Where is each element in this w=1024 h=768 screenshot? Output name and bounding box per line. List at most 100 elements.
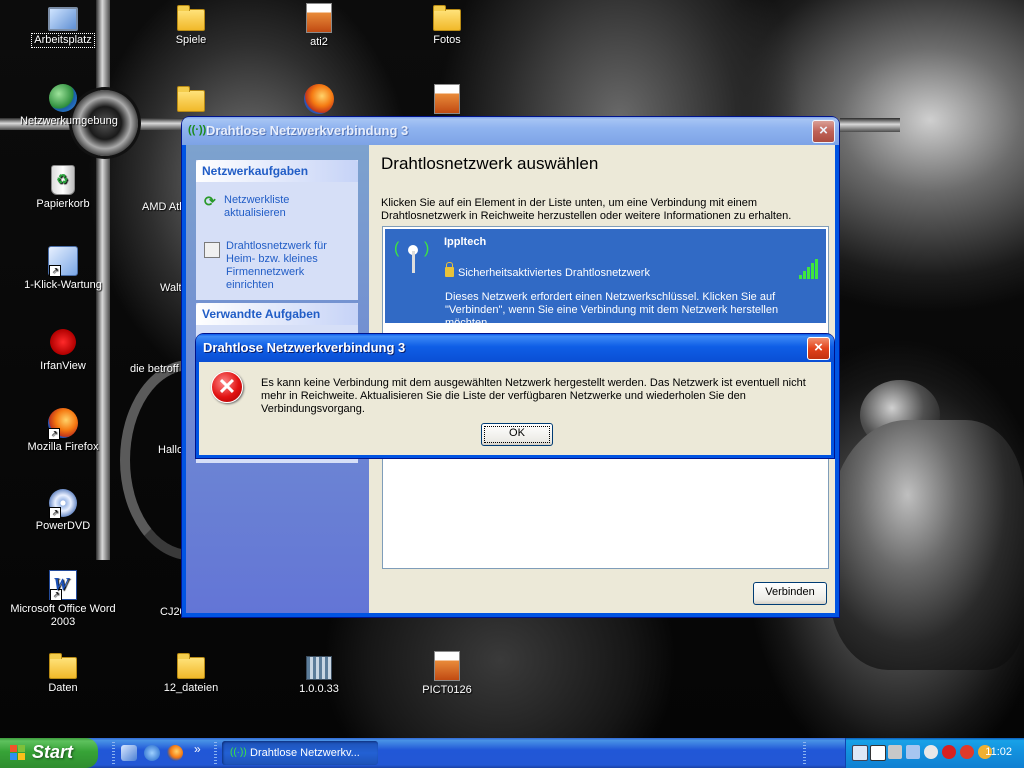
desktop-icon-12-dateien[interactable]: 12_dateien [146,651,236,695]
close-button[interactable]: × [812,120,835,143]
dialog-body: ✕ Es kann keine Verbindung mit dem ausge… [199,362,831,455]
desktop-icon-powerdvd[interactable]: ↗ PowerDVD [18,489,108,533]
desktop-icon-1-klick-wartung[interactable]: ↗ 1-Klick-Wartung [18,246,108,292]
network-ssid: Ippltech [444,236,487,248]
desktop-icon-label: 12_dateien [163,682,219,694]
setup-wireless-network-link[interactable]: Drahtlosnetzwerk für Heim- bzw. kleines … [196,240,358,292]
taskbar-grip[interactable] [803,742,806,764]
network-icon[interactable] [852,745,868,761]
desktop-icon-walt[interactable]: Walt [160,282,182,294]
desktop-icon-image[interactable] [402,84,492,114]
desktop-icon-label: Microsoft Office Word 2003 [10,603,116,628]
image-file-icon [434,84,460,114]
desktop-icon-firefox-2[interactable] [274,84,364,114]
desktop-icon-label: IrfanView [40,360,86,372]
desktop-icon-amd[interactable]: AMD Ath [142,201,185,213]
desktop-icon-label: Papierkorb [36,198,90,210]
ok-button[interactable]: OK [481,423,553,446]
wireless-icon: ((·)) [188,124,207,136]
folder-icon [177,5,205,31]
refresh-icon: ⟳ [204,193,216,209]
desktop-icon-daten[interactable]: Daten [18,651,108,695]
desktop-icon-irfanview[interactable]: IrfanView [18,327,108,373]
windows-logo-icon [10,745,26,761]
desktop-icon-hallo[interactable]: Hallo [158,444,183,456]
network-setup-icon [204,242,220,258]
desktop-icon-label: PowerDVD [35,520,91,532]
network-description: Dieses Netzwerk erfordert einen Netzwerk… [445,291,779,329]
recycle-bin-icon [51,165,75,195]
network-places-icon [49,84,77,112]
desktop-icon-label: Walt [160,282,182,294]
show-desktop-icon[interactable] [121,745,137,761]
antivirus-icon[interactable] [942,745,956,759]
update-icon[interactable] [960,745,974,759]
start-button[interactable]: Start [0,738,98,768]
wallpaper-pole [840,118,900,132]
image-file-icon [434,651,460,681]
desktop-icon-pict0126[interactable]: PICT0126 [402,651,492,697]
taskbar: Start » ((·)) Drahtlose Netzwerkv... 11:… [0,738,1024,768]
lock-icon [445,262,454,277]
desktop-icon-label: Fotos [433,34,461,46]
close-icon: × [814,339,823,356]
error-icon: ✕ [211,371,243,403]
internet-explorer-icon[interactable] [144,745,160,761]
window-title: Drahtlose Netzwerkverbindung 3 [206,123,409,138]
desktop-icon-netzwerkumgebung[interactable]: Netzwerkumgebung [18,84,118,128]
desktop-icon-word[interactable]: ↗ Microsoft Office Word 2003 [8,570,118,629]
word-icon: ↗ [49,570,77,601]
page-title: Drahtlosnetzwerk auswählen [381,154,599,173]
desktop-icon-papierkorb[interactable]: Papierkorb [18,165,108,211]
desktop-icon-mozilla-firefox[interactable]: ↗ Mozilla Firefox [18,408,108,454]
related-tasks-header[interactable]: Verwandte Aufgaben [196,303,358,325]
taskbar-button-wireless[interactable]: ((·)) Drahtlose Netzwerkv... [222,741,378,765]
taskbar-grip[interactable] [112,742,115,764]
signal-bar [807,267,810,279]
network-tasks-panel: Netzwerkaufgaben ⟳ Netzwerkliste aktuali… [196,160,358,300]
desktop-icon-1-0-0-33[interactable]: 1.0.0.33 [274,651,364,696]
folder-icon [177,653,205,679]
desktop-icon-spiele[interactable]: Spiele [146,3,236,47]
desktop-icon-label: Netzwerkumgebung [20,115,118,127]
dialog-titlebar[interactable]: Drahtlose Netzwerkverbindung 3 × [196,334,834,362]
quick-launch-overflow[interactable]: » [194,742,201,756]
signal-bar [815,259,818,279]
close-icon: × [819,122,828,139]
desktop-icon-label: Spiele [175,34,207,46]
desktop-icon-folder[interactable] [146,84,236,114]
executable-icon [306,656,332,680]
dialog-title: Drahtlose Netzwerkverbindung 3 [203,340,406,355]
network-tasks-header[interactable]: Netzwerkaufgaben [196,160,358,182]
network-list-item[interactable]: () Ippltech Sicherheitsaktiviertes Draht… [385,229,826,329]
folder-icon [177,86,205,112]
firefox-icon: ↗ [48,408,78,440]
connect-button[interactable]: Verbinden [753,582,827,605]
desktop-icon-label: PICT0126 [422,684,472,696]
folder-icon [433,5,461,31]
taskbar-grip[interactable] [214,742,217,764]
desktop-icon-ati2[interactable]: ati2 [274,3,364,49]
desktop-icon-fotos[interactable]: Fotos [402,3,492,47]
clock[interactable]: 11:02 [985,746,1012,758]
irfanview-icon [48,327,78,357]
security-icon[interactable] [906,745,920,759]
my-computer-icon [48,7,78,31]
wallpaper-robot [830,420,1024,670]
wireless-icon: ((·)) [230,747,247,758]
wireless-tray-icon[interactable] [924,745,938,759]
dialog-close-button[interactable]: × [807,337,830,360]
setup-wireless-network-label: Drahtlosnetzwerk für Heim- bzw. kleines … [226,240,327,291]
desktop-icon-label: Hallo [158,444,184,456]
refresh-network-list-link[interactable]: ⟳ Netzwerkliste aktualisieren [196,194,358,220]
volume-icon[interactable] [870,745,886,761]
desktop-icon-label: 1.0.0.33 [299,683,339,695]
desktop-icon-die-betroff[interactable]: die betroff [130,363,179,375]
desktop-icon-arbeitsplatz[interactable]: Arbeitsplatz [18,3,108,48]
firefox-icon[interactable] [167,745,183,761]
window-titlebar[interactable]: ((·)) Drahtlose Netzwerkverbindung 3 × [182,117,839,145]
signal-bar [811,263,814,279]
network-security: Sicherheitsaktiviertes Drahtlosnetzwerk [445,262,650,279]
network-security-label: Sicherheitsaktiviertes Drahtlosnetzwerk [458,267,650,279]
app-icon[interactable] [888,745,902,759]
